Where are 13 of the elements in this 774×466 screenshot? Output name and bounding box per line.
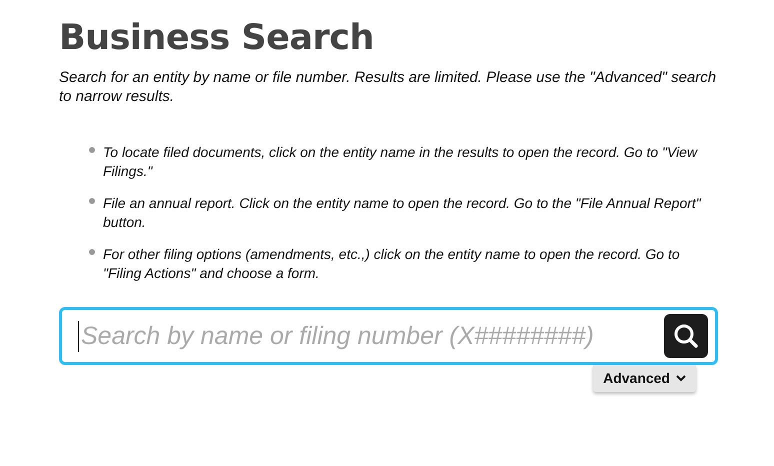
- search-field[interactable]: Search by name or filing number (X########): [59, 307, 718, 365]
- tip-text: For other filing options (amendments, etc.,) click on the entity name to open the record. Go to "Filing Actions" and choose a form.: [103, 245, 681, 283]
- bullet-icon: [89, 198, 95, 204]
- bullet-icon: [89, 249, 95, 255]
- search-icon: [673, 323, 699, 349]
- tip-text: To locate filed documents, click on the entity name in the results to open the record. Go to "View Filings.": [103, 143, 699, 181]
- tip-text: File an annual report. Click on the entity name to open the record. Go to the "File Annual Report" button.: [103, 194, 702, 232]
- search-button[interactable]: [664, 314, 708, 358]
- bullet-icon: [89, 147, 95, 153]
- intro-text: Search for an entity by name or file number. Results are limited. Please use the "Advanced" search to narrow results.: [59, 68, 718, 106]
- advanced-button[interactable]: Advanced: [593, 365, 696, 392]
- page-title: Business Search: [59, 18, 374, 58]
- chevron-icon: [676, 374, 686, 382]
